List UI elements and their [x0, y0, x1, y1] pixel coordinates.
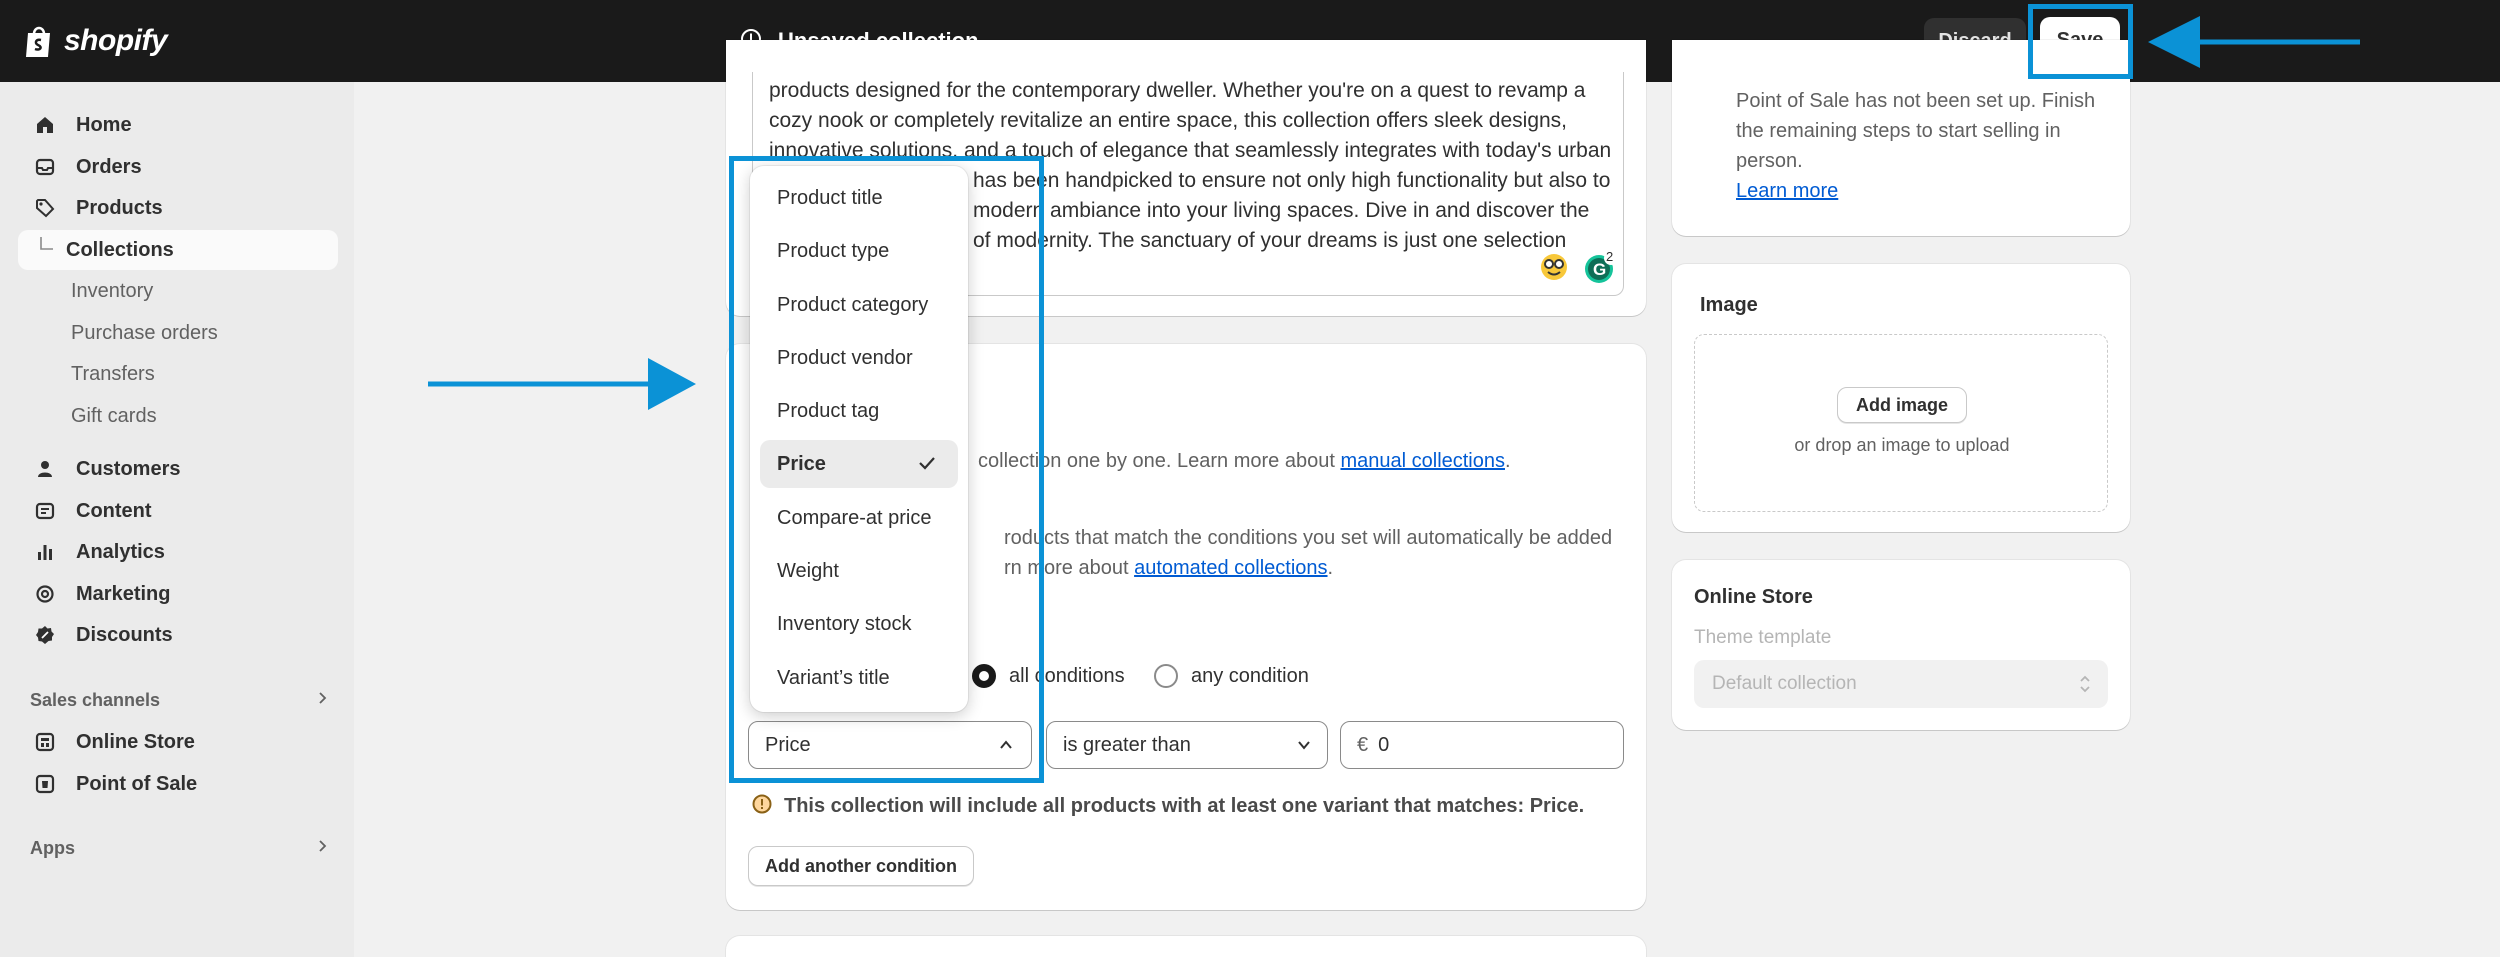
- learn-more-link[interactable]: Learn more: [1736, 176, 2095, 206]
- svg-text:G: G: [1593, 260, 1606, 279]
- apps-header[interactable]: Apps: [30, 838, 328, 859]
- sidebar: Home Orders Products Collections Invento…: [0, 82, 354, 957]
- logo-text: shopify: [64, 24, 168, 57]
- arrow-left-annotation-icon: [2148, 16, 2360, 68]
- currency-symbol: €: [1357, 733, 1369, 756]
- shopify-logo[interactable]: shopify: [24, 18, 168, 64]
- theme-template-value: Default collection: [1712, 673, 1857, 694]
- sidebar-item-gift-cards[interactable]: Gift cards: [18, 396, 338, 436]
- automated-description-line1: roducts that match the conditions you se…: [1004, 527, 1613, 549]
- sidebar-item-content[interactable]: Content: [18, 491, 338, 531]
- automated-description-line2: rn more about automated collections.: [1004, 557, 1334, 579]
- sidebar-item-online-store[interactable]: Online Store: [18, 722, 338, 762]
- select-arrows-icon: [2078, 673, 2092, 701]
- pos-message: Point of Sale has not been set up. Finis…: [1736, 86, 2095, 206]
- sidebar-item-discounts[interactable]: Discounts: [18, 615, 338, 655]
- image-card-title: Image: [1700, 294, 1758, 316]
- chevron-down-icon: [1295, 736, 1313, 760]
- person-icon: [32, 456, 58, 482]
- grammarly-badge: 2: [1606, 249, 1614, 264]
- pos-line: person.: [1736, 150, 1803, 172]
- condition-value: 0: [1378, 733, 1390, 756]
- sidebar-item-marketing[interactable]: Marketing: [18, 574, 338, 614]
- sidebar-item-collections[interactable]: Collections: [18, 230, 338, 270]
- image-card: Image Add image or drop an image to uplo…: [1672, 264, 2130, 532]
- description-line: cozy nook or completely revitalize an en…: [769, 109, 1568, 132]
- home-icon: [32, 112, 58, 138]
- store-icon: [32, 729, 58, 755]
- add-image-button[interactable]: Add image: [1837, 387, 1967, 423]
- automated-collections-link[interactable]: automated collections: [1134, 557, 1327, 579]
- shopify-bag-icon: [24, 23, 54, 59]
- sales-channels-label: Sales channels: [30, 690, 161, 710]
- grammarly-icon[interactable]: G: [1583, 250, 1619, 291]
- sidebar-item-label: Point of Sale: [76, 772, 198, 795]
- sidebar-item-label: Gift cards: [71, 404, 157, 427]
- description-line: products designed for the contemporary d…: [769, 79, 1586, 102]
- sidebar-item-label: Customers: [76, 457, 181, 480]
- sidebar-item-orders[interactable]: Orders: [18, 147, 338, 187]
- arrow-right-annotation-icon: [428, 358, 696, 410]
- sidebar-item-transfers[interactable]: Transfers: [18, 354, 338, 394]
- condition-operator-select[interactable]: is greater than: [1046, 721, 1328, 769]
- sidebar-item-point-of-sale[interactable]: Point of Sale: [18, 764, 338, 804]
- tag-icon: [32, 195, 58, 221]
- image-dropzone[interactable]: Add image or drop an image to upload: [1694, 334, 2108, 512]
- warning-text: This collection will include all product…: [784, 795, 1585, 817]
- content-icon: [32, 498, 58, 524]
- emoji-nerd-icon[interactable]: [1539, 252, 1569, 287]
- analytics-icon: [32, 539, 58, 565]
- next-card: [726, 936, 1646, 957]
- apps-label: Apps: [30, 838, 75, 858]
- discount-icon: [32, 622, 58, 648]
- sidebar-item-purchase-orders[interactable]: Purchase orders: [18, 313, 338, 353]
- drop-hint: or drop an image to upload: [1794, 435, 2010, 455]
- sidebar-item-label: Online Store: [76, 730, 195, 753]
- pos-line: the remaining steps to start selling in: [1736, 120, 2061, 142]
- condition-value-input[interactable]: € 0: [1340, 721, 1624, 769]
- chevron-right-icon: [316, 838, 328, 859]
- sidebar-item-label: Orders: [76, 155, 142, 178]
- condition-warning: This collection will include all product…: [752, 794, 1584, 819]
- condition-operator-value: is greater than: [1063, 733, 1191, 756]
- sidebar-item-label: Analytics: [76, 540, 165, 563]
- sidebar-item-analytics[interactable]: Analytics: [18, 532, 338, 572]
- warning-circle-icon: [752, 794, 772, 819]
- sidebar-item-inventory[interactable]: Inventory: [18, 271, 338, 311]
- any-condition-label: any condition: [1191, 665, 1309, 687]
- manual-collections-link[interactable]: manual collections: [1340, 450, 1505, 472]
- pos-icon: [32, 771, 58, 797]
- sidebar-item-label: Inventory: [71, 279, 154, 302]
- sidebar-item-products[interactable]: Products: [18, 188, 338, 228]
- pos-line: Point of Sale has not been set up. Finis…: [1736, 90, 2096, 112]
- sidebar-item-label: Discounts: [76, 623, 173, 646]
- sidebar-item-label: Transfers: [71, 362, 155, 385]
- sidebar-item-label: Home: [76, 113, 132, 136]
- manual-description: collection one by one. Learn more about …: [978, 450, 1511, 472]
- theme-template-label: Theme template: [1694, 627, 1832, 648]
- sidebar-item-label: Collections: [66, 238, 174, 261]
- sales-channels-header[interactable]: Sales channels: [30, 690, 328, 711]
- marketing-icon: [32, 581, 58, 607]
- save-highlight-box: [2028, 4, 2133, 79]
- sidebar-item-label: Purchase orders: [71, 321, 218, 344]
- sidebar-item-customers[interactable]: Customers: [18, 449, 338, 489]
- branch-icon: [32, 237, 58, 263]
- sidebar-item-label: Products: [76, 196, 163, 219]
- online-store-title: Online Store: [1694, 586, 1813, 608]
- orders-icon: [32, 154, 58, 180]
- sidebar-item-label: Content: [76, 499, 152, 522]
- sidebar-item-label: Marketing: [76, 582, 171, 605]
- online-store-card: Online Store Theme template Default coll…: [1672, 560, 2130, 730]
- sidebar-item-home[interactable]: Home: [18, 105, 338, 145]
- theme-template-select[interactable]: Default collection: [1694, 660, 2108, 708]
- chevron-right-icon: [316, 690, 328, 711]
- add-another-condition-button[interactable]: Add another condition: [748, 846, 974, 886]
- any-condition-radio[interactable]: [1154, 664, 1178, 688]
- dropdown-highlight-box: [729, 156, 1044, 783]
